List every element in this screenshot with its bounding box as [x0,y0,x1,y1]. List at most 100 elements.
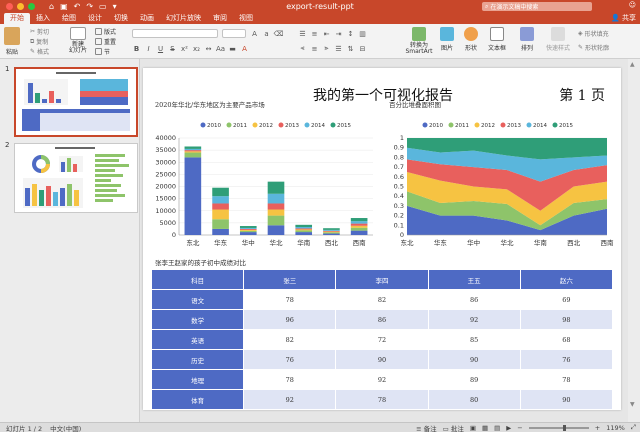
scroll-up-icon[interactable]: ▲ [630,61,635,68]
reset-button[interactable]: 重置 [95,37,116,46]
shape-fill-button[interactable]: ◈ 形状填充 [578,29,609,38]
picture-button[interactable]: 图片 [440,27,454,52]
search-box[interactable]: ⌕ 在演示文稿中搜索 [482,2,592,11]
normal-view-icon[interactable]: ▣ [470,424,476,432]
format-painter-button[interactable]: ✎ 格式 [30,47,49,56]
strikethrough-icon[interactable]: S [168,44,177,53]
font-size-select[interactable] [222,29,246,38]
superscript-icon[interactable]: x² [180,44,189,53]
reading-view-icon[interactable]: ▤ [494,424,500,432]
zoom-out-icon[interactable]: − [517,424,522,432]
fit-slide-icon[interactable]: ⤢ [631,423,636,432]
legend-marker [226,122,232,128]
tab-design[interactable]: 设计 [82,13,108,24]
zoom-slider[interactable] [528,424,589,431]
tab-view[interactable]: 视图 [233,13,259,24]
paste-button[interactable]: 粘贴 [4,27,20,56]
justify-icon[interactable]: ☰ [334,44,343,53]
underline-icon[interactable]: U [156,44,165,53]
tab-insert[interactable]: 插入 [30,13,56,24]
redo-icon[interactable]: ↷ [86,2,93,11]
quick-styles-icon [551,27,565,41]
zoom-slider-knob[interactable] [562,424,566,431]
decrease-indent-icon[interactable]: ⇤ [322,29,331,38]
tab-draw[interactable]: 绘图 [56,13,82,24]
convert-smartart-button[interactable]: 转换为 SmartArt [404,27,434,55]
section-button[interactable]: 节 [95,47,110,56]
text-direction-icon[interactable]: ⇅ [346,44,355,53]
bold-icon[interactable]: B [132,44,141,53]
header-subject: 科目 [150,269,245,290]
slide-1[interactable]: 我的第一个可视化报告 第 1 页 2020年华北/华东地区为主要产品市场 201… [143,68,621,410]
scores-table[interactable]: 科目 张三 李四 王五 赵六 语文 78 82 86 69 数学 96 86 9… [150,269,614,410]
increase-font-icon[interactable]: A [250,29,259,38]
bullets-icon[interactable]: ☰ [298,29,307,38]
new-slide-button[interactable]: 新建 幻灯片 [66,27,90,54]
zoom-level[interactable]: 119% [606,424,625,432]
smile-icon[interactable]: ☺ [629,1,636,9]
zoom-window-button[interactable] [28,2,35,10]
decrease-font-icon[interactable]: a [262,29,271,38]
scroll-down-icon[interactable]: ▼ [630,401,635,408]
brush-icon: ✎ [30,48,36,55]
tab-transitions[interactable]: 切换 [108,13,134,24]
slide-thumbnail-2[interactable] [14,143,138,213]
font-color-icon[interactable]: A [240,44,249,53]
tab-home[interactable]: 开始 [4,13,30,24]
tab-review[interactable]: 审阅 [207,13,233,24]
save-icon[interactable]: ▣ [60,2,68,11]
tab-slideshow[interactable]: 幻灯片放映 [160,13,207,24]
slideshow-icon[interactable]: ▭ [99,2,107,11]
table-header-row: 科目 张三 李四 王五 赵六 [150,269,614,290]
subscript-icon[interactable]: x₂ [192,44,201,53]
more-icon[interactable]: ▾ [113,2,117,11]
vertical-scrollbar[interactable]: ▲ ▼ [628,59,640,422]
font-name-select[interactable] [132,29,218,38]
percent-area-chart[interactable]: 2010 2011 2012 2013 2014 2015 0 0.10.2 0.3 0.40.5… [383,108,619,253]
shape-outline-button[interactable]: ✎ 形状轮廓 [578,43,609,52]
columns-icon[interactable]: ▥ [358,29,367,38]
zoom-in-icon[interactable]: + [595,424,600,432]
align-left-icon[interactable]: ⫷ [298,44,307,53]
table-cell: 92 [427,309,521,330]
tab-animations[interactable]: 动画 [134,13,160,24]
comments-button[interactable]: ▭ 批注 [443,423,464,432]
line-spacing-icon[interactable]: ↕ [346,29,355,38]
arrange-button[interactable]: 排列 [520,27,534,52]
italic-icon[interactable]: I [144,44,153,53]
bar-segment [184,148,202,151]
copy-button[interactable]: ⧉ 复制 [30,37,48,47]
home-icon[interactable]: ⌂ [49,2,54,11]
numbering-icon[interactable]: ≡ [310,29,319,38]
share-button[interactable]: 👤 共享 [611,13,636,23]
slide-page-label[interactable]: 第 1 页 [559,85,605,105]
slide-thumbnail-1[interactable] [14,67,138,137]
stacked-bar-chart[interactable]: 2010 2011 2012 2013 2014 2015 0 5000 10000 15000 2… [143,108,383,253]
minimize-window-button[interactable] [17,2,24,10]
bar-segment [212,187,229,197]
close-window-button[interactable] [6,2,13,10]
textbox-button[interactable]: 文本框 [488,27,506,52]
increase-indent-icon[interactable]: ⇥ [334,29,343,38]
clear-format-icon[interactable]: ⌫ [274,29,284,38]
change-case-icon[interactable]: Aa [216,44,225,53]
cut-button[interactable]: ✂ 剪切 [30,27,49,36]
slideshow-view-icon[interactable]: ▶ [506,424,511,432]
undo-icon[interactable]: ↶ [74,2,81,11]
notes-button[interactable]: ≡ 备注 [416,423,437,432]
align-right-icon[interactable]: ⫸ [322,44,331,53]
quick-styles-button[interactable]: 快速样式 [546,27,570,52]
sorter-view-icon[interactable]: ▦ [482,424,488,432]
table-cell: 92 [243,389,337,410]
window-controls [6,2,35,10]
language-indicator[interactable]: 中文(中国) [50,423,81,432]
align-center-icon[interactable]: ≡ [310,44,319,53]
bar-segment [350,227,368,231]
char-spacing-icon[interactable]: ↔ [204,44,213,53]
bar-segment [267,215,285,226]
highlight-icon[interactable]: ▬ [228,44,237,53]
layout-button[interactable]: 版式 [95,27,116,36]
align-text-icon[interactable]: ⊟ [358,44,367,53]
shape-button[interactable]: 形状 [464,27,478,52]
y-tick-label: 0.9 [394,144,404,152]
